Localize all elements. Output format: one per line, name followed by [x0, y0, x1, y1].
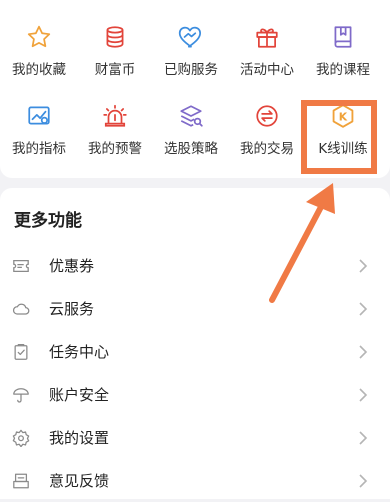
- list-item-account-security[interactable]: 账户安全: [0, 373, 390, 416]
- feedback-icon: [12, 472, 30, 490]
- chevron-right-icon: [359, 301, 368, 316]
- grid-item-label: 我的收藏: [12, 62, 66, 78]
- grid-item-label: 已购服务: [164, 62, 218, 78]
- gift-icon: [252, 24, 282, 50]
- layers-search-icon: [176, 103, 206, 129]
- grid-item-label: 活动中心: [240, 62, 294, 78]
- chevron-right-icon: [359, 430, 368, 445]
- grid-item-label: 财富币: [94, 62, 136, 78]
- list-item-label: 优惠券: [49, 257, 95, 275]
- highlight-box: [301, 100, 377, 174]
- grid-item-my-alerts[interactable]: 我的预警: [77, 79, 153, 157]
- chevron-right-icon: [359, 344, 368, 359]
- chart-indicator-icon: [24, 103, 54, 129]
- chevron-right-icon: [359, 258, 368, 273]
- list-item-label: 云服务: [49, 300, 95, 318]
- grid-item-favorites[interactable]: 我的收藏: [1, 0, 77, 78]
- list-item-label: 意见反馈: [49, 472, 110, 490]
- list-item-coupons[interactable]: 优惠券: [0, 244, 390, 287]
- list-item-feedback[interactable]: 意见反馈: [0, 459, 390, 502]
- list-item-cloud-service[interactable]: 云服务: [0, 287, 390, 330]
- grid-item-label: 选股策略: [164, 141, 218, 157]
- star-icon: [24, 24, 54, 50]
- feature-grid-card: 我的收藏 财富币 已购服务 活动中心 我的课程 我的指标 我的预警 选股策略 我…: [0, 0, 390, 178]
- umbrella-icon: [12, 386, 30, 404]
- chevron-right-icon: [359, 473, 368, 488]
- grid-item-purchased-services[interactable]: 已购服务: [153, 0, 229, 78]
- gear-icon: [12, 429, 30, 447]
- list-item-label: 账户安全: [49, 386, 110, 404]
- grid-item-my-indicators[interactable]: 我的指标: [1, 79, 77, 157]
- cloud-icon: [12, 300, 30, 318]
- coin-stack-icon: [100, 24, 130, 50]
- grid-item-label: 我的预警: [88, 141, 142, 157]
- clipboard-check-icon: [12, 343, 30, 361]
- heart-hands-icon: [176, 24, 206, 50]
- grid-item-label: 我的交易: [240, 141, 294, 157]
- list-item-my-settings[interactable]: 我的设置: [0, 416, 390, 459]
- grid-item-my-courses[interactable]: 我的课程: [305, 0, 381, 78]
- list-item-label: 我的设置: [49, 429, 110, 447]
- grid-item-wealth-coin[interactable]: 财富币: [77, 0, 153, 78]
- alarm-light-icon: [100, 103, 130, 129]
- grid-item-my-trades[interactable]: 我的交易: [229, 79, 305, 157]
- list-item-task-center[interactable]: 任务中心: [0, 330, 390, 373]
- grid-item-stock-strategy[interactable]: 选股策略: [153, 79, 229, 157]
- grid-item-label: 我的课程: [316, 62, 370, 78]
- section-title: 更多功能: [14, 211, 82, 231]
- coupon-icon: [12, 257, 30, 275]
- grid-item-activity-center[interactable]: 活动中心: [229, 0, 305, 78]
- more-features-card: 更多功能 优惠券 云服务 任务中心 账户安全 我的设置 意见反馈: [0, 188, 390, 499]
- chevron-right-icon: [359, 387, 368, 402]
- list-item-label: 任务中心: [49, 343, 110, 361]
- grid-item-label: 我的指标: [12, 141, 66, 157]
- exchange-icon: [252, 103, 282, 129]
- book-icon: [328, 24, 358, 50]
